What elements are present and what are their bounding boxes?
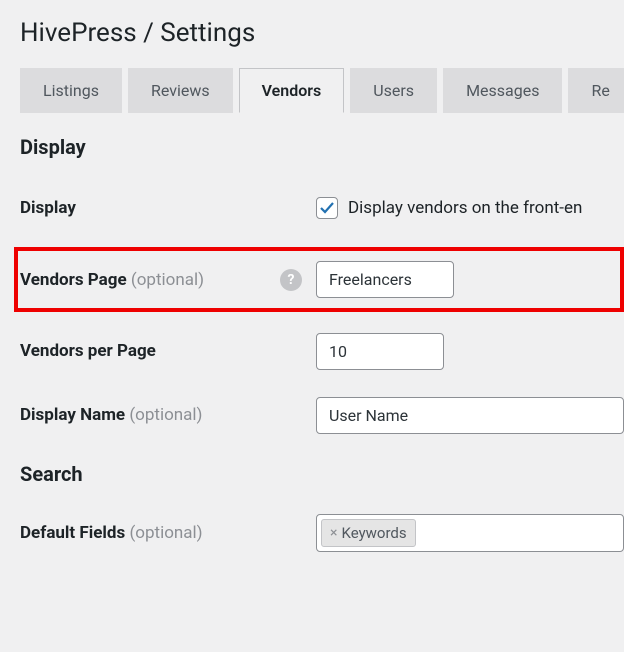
vendors-page-row: Vendors Page (optional) ? [14, 247, 624, 312]
default-fields-row: Default Fields (optional) × Keywords [20, 512, 624, 554]
check-icon [319, 200, 335, 216]
vendors-page-label: Vendors Page (optional) [20, 270, 204, 290]
display-section-heading: Display [20, 135, 624, 159]
display-checkbox-label: Display [20, 198, 76, 218]
display-name-label: Display Name (optional) [20, 405, 202, 425]
tab-reviews[interactable]: Reviews [128, 68, 233, 113]
display-checkbox-row: Display Display vendors on the front-en [20, 187, 624, 229]
vendors-per-page-label: Vendors per Page [20, 341, 156, 361]
display-name-row: Display Name (optional) [20, 394, 624, 436]
default-fields-input[interactable]: × Keywords [316, 514, 624, 552]
search-section-heading: Search [20, 462, 624, 486]
tab-messages[interactable]: Messages [443, 68, 562, 113]
tab-users[interactable]: Users [350, 68, 437, 113]
page-title: HivePress / Settings [20, 18, 624, 48]
keywords-tag-label: Keywords [341, 524, 406, 542]
tab-vendors[interactable]: Vendors [239, 68, 345, 113]
tab-listings[interactable]: Listings [20, 68, 122, 113]
display-vendors-checkbox-desc: Display vendors on the front-en [348, 198, 582, 218]
settings-tabs: Listings Reviews Vendors Users Messages … [20, 68, 624, 113]
default-fields-label: Default Fields (optional) [20, 523, 203, 543]
keywords-tag: × Keywords [321, 519, 416, 547]
tab-requests[interactable]: Re [568, 68, 624, 113]
vendors-per-page-input[interactable] [316, 333, 444, 370]
help-icon[interactable]: ? [280, 269, 302, 291]
vendors-per-page-row: Vendors per Page [20, 330, 624, 372]
display-name-select[interactable] [316, 397, 624, 434]
display-vendors-checkbox[interactable] [316, 197, 338, 219]
remove-tag-icon[interactable]: × [330, 526, 337, 540]
vendors-page-select[interactable] [316, 261, 454, 298]
